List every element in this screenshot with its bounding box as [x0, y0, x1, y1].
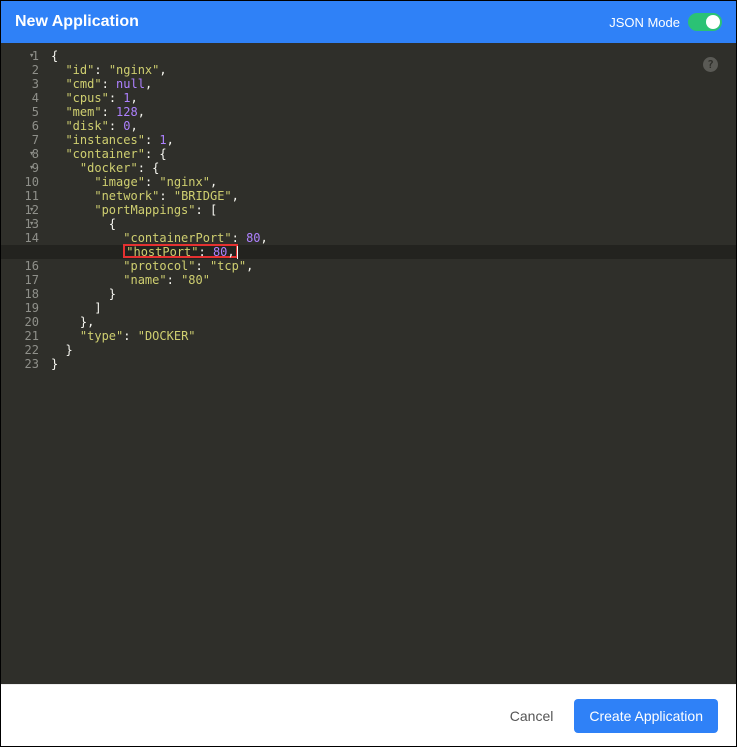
new-application-modal: New Application JSON Mode 12345678910111…	[1, 1, 736, 746]
code-line[interactable]: "network": "BRIDGE",	[51, 189, 736, 203]
code-line[interactable]: "cpus": 1,	[51, 91, 736, 105]
text-cursor	[237, 246, 238, 259]
create-application-button[interactable]: Create Application	[574, 699, 718, 733]
code-line[interactable]: "hostPort": 80,	[51, 245, 736, 259]
line-number: 6	[1, 119, 39, 133]
json-editor[interactable]: 1234567891011121314151617181920212223 { …	[1, 43, 736, 684]
line-number: 19	[1, 301, 39, 315]
code-line[interactable]: "disk": 0,	[51, 119, 736, 133]
code-line[interactable]: "instances": 1,	[51, 133, 736, 147]
code-line[interactable]: "protocol": "tcp",	[51, 259, 736, 273]
line-number: 18	[1, 287, 39, 301]
modal-footer: Cancel Create Application	[1, 684, 736, 746]
line-number: 12	[1, 203, 39, 217]
modal-header: New Application JSON Mode	[1, 1, 736, 43]
line-number: 13	[1, 217, 39, 231]
code-line[interactable]: }	[51, 287, 736, 301]
code-line[interactable]: },	[51, 315, 736, 329]
cancel-button[interactable]: Cancel	[495, 699, 569, 733]
line-number: 7	[1, 133, 39, 147]
code-line[interactable]: "image": "nginx",	[51, 175, 736, 189]
line-number: 5	[1, 105, 39, 119]
code-line[interactable]: "mem": 128,	[51, 105, 736, 119]
code-line[interactable]: }	[51, 357, 736, 371]
line-number: 17	[1, 273, 39, 287]
line-number: 1	[1, 49, 39, 63]
code-line[interactable]: }	[51, 343, 736, 357]
help-icon[interactable]: ?	[703, 57, 718, 72]
code-line[interactable]: ]	[51, 301, 736, 315]
code-line[interactable]: "name": "80"	[51, 273, 736, 287]
code-line[interactable]: "docker": {	[51, 161, 736, 175]
line-number: 23	[1, 357, 39, 371]
line-number: 10	[1, 175, 39, 189]
line-number: 20	[1, 315, 39, 329]
highlight-box: "hostPort": 80,	[123, 244, 237, 258]
line-number: 16	[1, 259, 39, 273]
json-mode-label: JSON Mode	[609, 15, 680, 30]
editor-gutter: 1234567891011121314151617181920212223	[1, 43, 47, 684]
code-line[interactable]: "portMappings": [	[51, 203, 736, 217]
json-mode-control: JSON Mode	[609, 13, 722, 31]
code-line[interactable]: "type": "DOCKER"	[51, 329, 736, 343]
line-number: 21	[1, 329, 39, 343]
editor-code-area[interactable]: { "id": "nginx", "cmd": null, "cpus": 1,…	[47, 43, 736, 684]
code-line[interactable]: "containerPort": 80,	[51, 231, 736, 245]
json-mode-toggle[interactable]	[688, 13, 722, 31]
line-number: 3	[1, 77, 39, 91]
line-number: 8	[1, 147, 39, 161]
line-number: 9	[1, 161, 39, 175]
line-number: 22	[1, 343, 39, 357]
code-line[interactable]: "id": "nginx",	[51, 63, 736, 77]
line-number: 11	[1, 189, 39, 203]
modal-title: New Application	[15, 13, 139, 31]
code-line[interactable]: {	[51, 49, 736, 63]
code-line[interactable]: "cmd": null,	[51, 77, 736, 91]
line-number: 4	[1, 91, 39, 105]
code-line[interactable]: {	[51, 217, 736, 231]
line-number: 2	[1, 63, 39, 77]
code-line[interactable]: "container": {	[51, 147, 736, 161]
line-number: 14	[1, 231, 39, 245]
